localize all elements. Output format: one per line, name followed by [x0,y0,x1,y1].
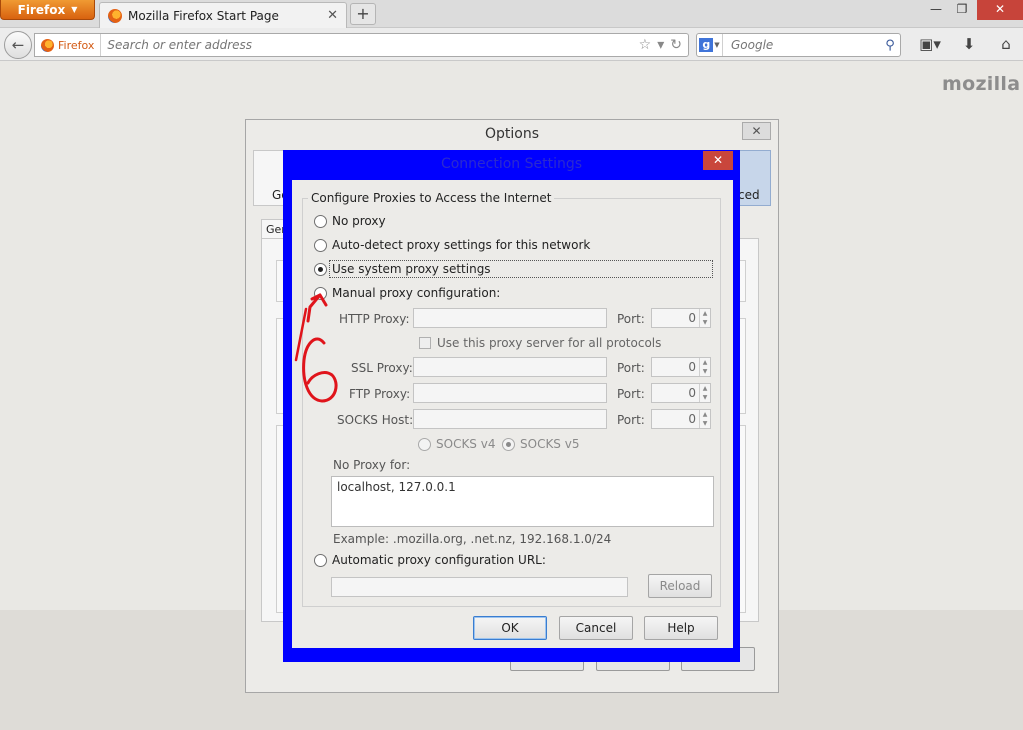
navigation-toolbar: ← Firefox ☆ ▾ ↻ g ▼ ⚲ ▣▾ ⬇ ⌂ [0,28,1023,61]
help-button[interactable]: Help [644,616,718,640]
url-bar[interactable]: Firefox ☆ ▾ ↻ [34,33,689,57]
options-dialog-title: Options [484,126,540,142]
bookmarks-menu-icon[interactable]: ▣▾ [914,35,946,55]
radio-selected-icon [314,262,327,276]
window-titlebar: Firefox ▼ Mozilla Firefox Start Page ✕ +… [0,0,1023,28]
share-proxy-label: Use this proxy server for all protocols [437,336,662,350]
caret-down-icon: ▼ [71,5,78,14]
no-proxy-for-textarea[interactable]: localhost, 127.0.0.1 [331,476,714,527]
ftp-port-stepper[interactable]: 0 ▲ ▼ [651,383,711,403]
ssl-proxy-label: SSL Proxy: [351,361,413,375]
radio-circle-icon [314,553,327,567]
radio-auto-proxy-url-label: Automatic proxy configuration URL: [332,553,546,567]
radio-socks-v4[interactable]: SOCKS v4 [418,437,495,451]
ftp-proxy-label: FTP Proxy: [349,387,411,401]
radio-circle-icon [314,286,327,300]
radio-manual-proxy-label: Manual proxy configuration: [332,286,501,300]
google-logo-icon: g [699,38,714,52]
bookmark-star-icon[interactable]: ☆ [639,37,652,53]
radio-circle-icon [314,214,327,228]
reload-button[interactable]: Reload [648,574,712,598]
http-proxy-label: HTTP Proxy: [339,312,410,326]
back-arrow-icon[interactable]: ← [4,31,32,59]
radio-no-proxy-label: No proxy [332,214,386,228]
auto-proxy-url-input[interactable] [331,577,628,597]
checkbox-box-icon [419,337,431,349]
cancel-button[interactable]: Cancel [559,616,633,640]
socks-host-input[interactable] [413,409,607,429]
identity-label: Firefox [58,38,95,52]
firefox-menu-button[interactable]: Firefox ▼ [0,0,95,20]
connection-close-icon[interactable]: ✕ [703,151,733,170]
radio-circle-icon [418,437,431,451]
home-icon[interactable]: ⌂ [994,35,1018,55]
browser-tab[interactable]: Mozilla Firefox Start Page ✕ [99,2,347,28]
radio-system-proxy[interactable]: Use system proxy settings [314,262,491,276]
history-dropdown-icon[interactable]: ▾ [657,37,664,53]
ok-button[interactable]: OK [473,616,547,640]
ssl-port-stepper[interactable]: 0 ▲ ▼ [651,357,711,377]
url-input[interactable] [101,38,639,52]
ssl-proxy-input[interactable] [413,357,607,377]
firefox-logo-icon [108,8,122,23]
radio-socks-v5-label: SOCKS v5 [520,437,580,451]
radio-selected-icon [502,437,515,451]
connection-dialog-body: Configure Proxies to Access the Internet… [292,180,733,648]
radio-auto-detect-label: Auto-detect proxy settings for this netw… [332,238,591,252]
http-port-label: Port: [617,312,645,326]
connection-dialog-title: Connection Settings [440,156,583,172]
no-proxy-for-label: No Proxy for: [333,458,411,472]
http-port-stepper[interactable]: 0 ▲ ▼ [651,308,711,328]
socks-port-value: 0 [688,412,696,426]
identity-box[interactable]: Firefox [35,34,102,56]
radio-manual-proxy[interactable]: Manual proxy configuration: [314,286,500,300]
proxy-legend: Configure Proxies to Access the Internet [308,191,555,205]
options-close-icon[interactable]: ✕ [742,122,771,140]
radio-no-proxy[interactable]: No proxy [314,214,386,228]
radio-auto-proxy-url[interactable]: Automatic proxy configuration URL: [314,553,546,567]
ssl-port-value: 0 [688,360,696,374]
ftp-port-value: 0 [688,386,696,400]
spinner-arrows-icon[interactable]: ▲ ▼ [699,358,710,376]
search-engine-selector[interactable]: g ▼ [697,34,723,56]
reload-icon[interactable]: ↻ [670,37,682,53]
socks-host-label: SOCKS Host: [337,413,414,427]
new-tab-button[interactable]: + [350,3,376,25]
mozilla-logo: mozilla [942,73,1021,95]
spinner-arrows-icon[interactable]: ▲ ▼ [699,384,710,402]
ftp-proxy-input[interactable] [413,383,607,403]
no-proxy-example: Example: .mozilla.org, .net.nz, 192.168.… [333,532,612,546]
http-proxy-input[interactable] [413,308,607,328]
close-window-icon[interactable]: ✕ [977,0,1023,20]
radio-socks-v4-label: SOCKS v4 [436,437,496,451]
socks-port-label: Port: [617,413,645,427]
connection-settings-dialog: Connection Settings ✕ Configure Proxies … [283,150,740,662]
tab-title: Mozilla Firefox Start Page [128,8,279,23]
downloads-arrow-icon[interactable]: ⬇ [958,35,980,55]
search-input[interactable] [723,38,880,52]
ssl-port-label: Port: [617,361,645,375]
firefox-menu-label: Firefox [17,2,66,17]
share-proxy-checkbox[interactable]: Use this proxy server for all protocols [419,336,661,350]
firefox-logo-icon [41,38,54,52]
radio-auto-detect[interactable]: Auto-detect proxy settings for this netw… [314,238,590,252]
minimize-window-icon[interactable]: — [922,0,950,20]
spinner-arrows-icon[interactable]: ▲ ▼ [699,410,710,428]
search-magnifier-icon[interactable]: ⚲ [880,38,900,53]
close-tab-icon[interactable]: ✕ [327,8,338,23]
search-bar[interactable]: g ▼ ⚲ [696,33,901,57]
spinner-arrows-icon[interactable]: ▲ ▼ [699,309,710,327]
radio-socks-v5[interactable]: SOCKS v5 [502,437,579,451]
radio-system-proxy-label: Use system proxy settings [332,262,491,276]
options-tab-advanced[interactable]: ced [738,188,760,202]
chevron-down-icon: ▼ [714,41,720,49]
radio-circle-icon [314,238,327,252]
socks-port-stepper[interactable]: 0 ▲ ▼ [651,409,711,429]
http-port-value: 0 [688,311,696,325]
restore-window-icon[interactable]: ❐ [950,0,974,20]
ftp-port-label: Port: [617,387,645,401]
